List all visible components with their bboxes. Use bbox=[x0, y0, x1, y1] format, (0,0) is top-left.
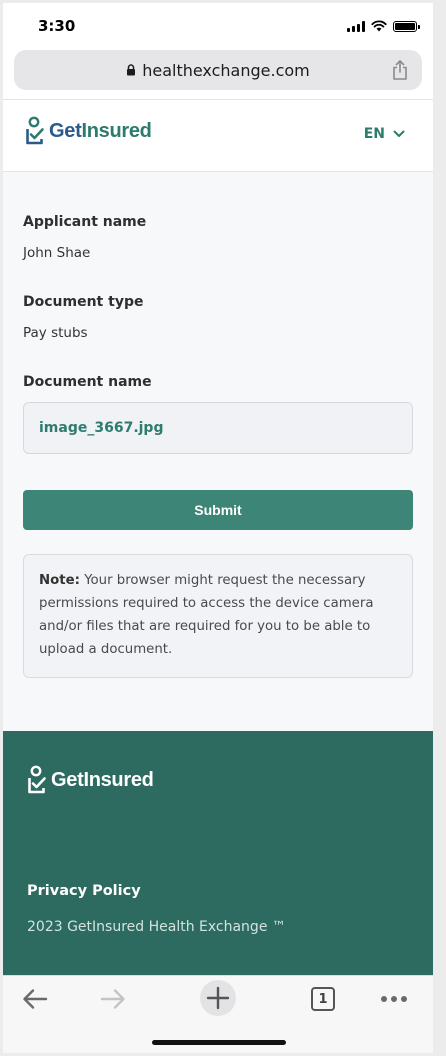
document-type-value: Pay stubs bbox=[23, 325, 88, 341]
document-name-field[interactable]: image_3667.jpg bbox=[23, 402, 413, 454]
document-type-label: Document type bbox=[23, 294, 144, 310]
wifi-icon bbox=[371, 20, 387, 32]
new-tab-plus-icon[interactable] bbox=[200, 980, 236, 1016]
url-text: healthexchange.com bbox=[142, 60, 310, 80]
back-arrow-icon[interactable] bbox=[13, 984, 57, 1014]
document-name-label: Document name bbox=[23, 374, 152, 390]
language-label: EN bbox=[363, 126, 385, 142]
phone-screen: 3:30 healthexchange.com GetInsured EN Ap… bbox=[3, 3, 433, 1053]
submit-button[interactable]: Submit bbox=[23, 490, 413, 530]
battery-icon bbox=[393, 20, 420, 32]
lock-icon bbox=[127, 64, 136, 76]
copyright-text: 2023 GetInsured Health Exchange ™ bbox=[27, 919, 286, 935]
footer-logo-text: GetInsured bbox=[51, 768, 154, 791]
upload-form: Applicant name John Shae Document type P… bbox=[3, 172, 433, 731]
permissions-note: Note: Your browser might request the nec… bbox=[23, 554, 413, 678]
chevron-down-icon bbox=[393, 130, 405, 137]
document-name-value: image_3667.jpg bbox=[39, 420, 164, 436]
logo-check-icon bbox=[28, 765, 46, 794]
logo-check-icon bbox=[26, 116, 44, 145]
note-text: Your browser might request the necessary… bbox=[39, 573, 374, 657]
privacy-policy-link[interactable]: Privacy Policy bbox=[27, 883, 141, 899]
note-prefix: Note: bbox=[39, 573, 80, 588]
logo-text: GetInsured bbox=[49, 119, 152, 142]
status-time: 3:30 bbox=[38, 17, 76, 35]
applicant-name-label: Applicant name bbox=[23, 214, 147, 230]
forward-arrow-icon[interactable] bbox=[91, 984, 135, 1014]
home-indicator bbox=[152, 1040, 286, 1045]
browser-toolbar: 1 bbox=[3, 975, 433, 1053]
footer-logo[interactable]: GetInsured bbox=[27, 765, 154, 795]
tab-count: 1 bbox=[318, 991, 328, 1007]
more-dots-icon[interactable] bbox=[372, 984, 416, 1014]
signal-icon bbox=[347, 20, 365, 32]
site-footer: GetInsured Privacy Policy 2023 GetInsure… bbox=[3, 731, 433, 975]
status-icons bbox=[347, 20, 420, 32]
status-bar: 3:30 bbox=[3, 3, 433, 47]
applicant-name-value: John Shae bbox=[23, 245, 91, 261]
language-selector[interactable]: EN bbox=[364, 126, 405, 142]
tabs-icon[interactable]: 1 bbox=[311, 987, 335, 1011]
address-bar[interactable]: healthexchange.com bbox=[14, 50, 422, 90]
getinsured-logo[interactable]: GetInsured bbox=[25, 116, 152, 146]
site-header: GetInsured EN bbox=[3, 99, 433, 172]
share-icon[interactable] bbox=[392, 60, 408, 80]
